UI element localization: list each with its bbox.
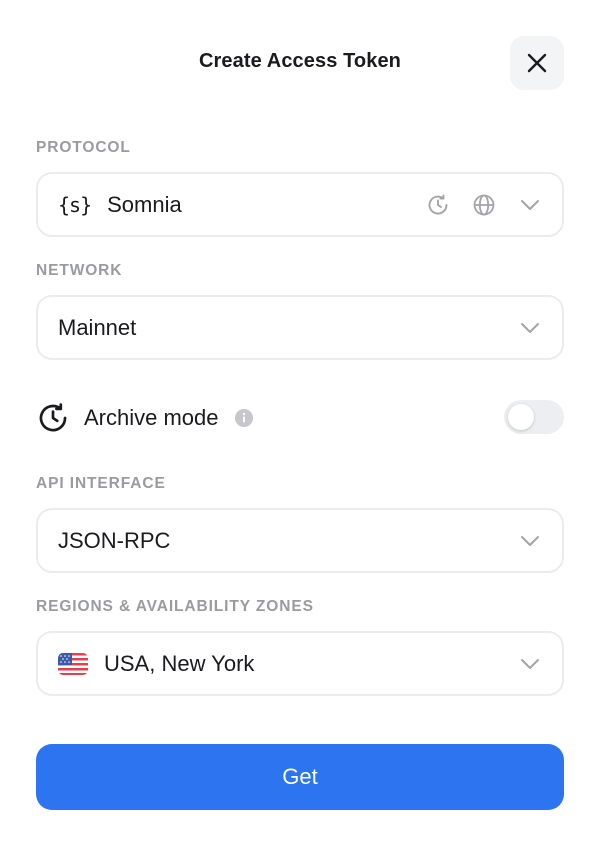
api-interface-select[interactable]: JSON-RPC [36,508,564,573]
info-icon[interactable] [234,409,253,427]
get-button[interactable]: Get [36,744,564,810]
region-select[interactable]: USA, New York [36,631,564,696]
archive-mode-label: Archive mode [84,405,219,430]
chevron-down-icon [520,535,540,547]
network-select[interactable]: Mainnet [36,295,564,360]
chevron-down-icon [520,322,540,334]
chevron-down-icon [520,199,540,211]
protocol-value: Somnia [107,191,182,217]
api-interface-value: JSON-RPC [58,527,171,553]
close-button[interactable] [510,36,564,90]
region-value: USA, New York [104,650,255,676]
archive-mode-row: Archive mode [36,396,564,440]
archive-clock-icon [428,194,448,214]
network-label: NETWORK [36,262,123,279]
globe-icon [473,194,495,215]
chevron-down-icon [520,658,540,670]
region-label: REGIONS & AVAILABILITY ZONES [36,598,314,615]
protocol-select[interactable]: {s} Somnia [36,172,564,237]
protocol-label: PROTOCOL [36,139,131,156]
archive-mode-toggle[interactable] [504,400,564,434]
close-icon [527,53,547,73]
somnia-logo-icon: {s} [58,192,92,217]
api-interface-label: API INTERFACE [36,475,166,492]
network-value: Mainnet [58,314,137,340]
us-flag-icon [58,652,88,675]
archive-clock-icon [39,403,67,432]
create-access-token-modal: Create Access Token PROTOCOL {s} Somnia … [0,0,600,846]
toggle-knob [508,404,534,430]
